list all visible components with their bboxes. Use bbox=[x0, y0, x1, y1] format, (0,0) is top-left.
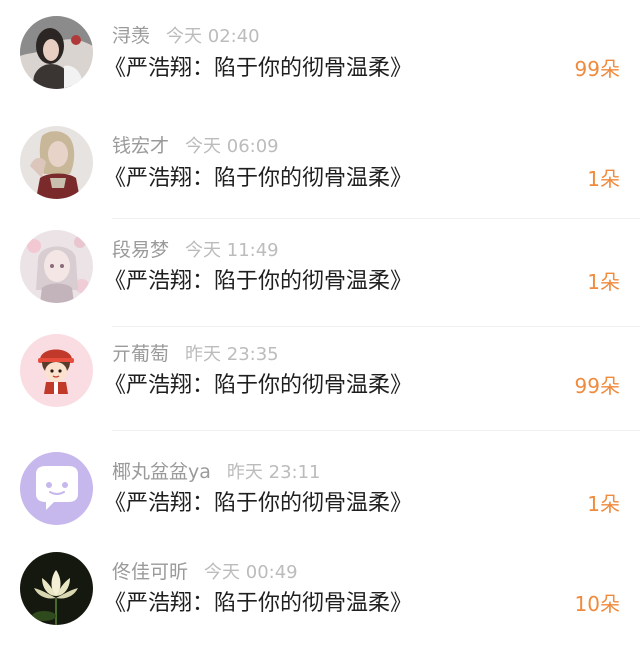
list-item[interactable]: 段易梦 今天 11:49 《严浩翔：陷于你的彻骨温柔》 1朵 bbox=[0, 220, 640, 330]
flower-count: 99朵 bbox=[574, 374, 620, 398]
flower-count: 99朵 bbox=[574, 57, 620, 81]
item-meta: 亓葡萄 昨天 23:35 bbox=[112, 341, 279, 367]
list-item[interactable]: 钱宏才 今天 06:09 《严浩翔：陷于你的彻骨温柔》 1朵 bbox=[0, 110, 640, 220]
username[interactable]: 亓葡萄 bbox=[112, 343, 169, 365]
chat-bubble-avatar[interactable] bbox=[20, 452, 93, 525]
timestamp: 昨天 23:11 bbox=[226, 462, 321, 483]
book-title[interactable]: 《严浩翔：陷于你的彻骨温柔》 bbox=[104, 53, 412, 85]
book-title[interactable]: 《严浩翔：陷于你的彻骨温柔》 bbox=[104, 588, 412, 620]
book-title[interactable]: 《严浩翔：陷于你的彻骨温柔》 bbox=[104, 488, 412, 520]
gift-record-list: 浔羡 今天 02:40 《严浩翔：陷于你的彻骨温柔》 99朵 钱宏才 今天 06:0… bbox=[0, 0, 640, 643]
flower-count: 1朵 bbox=[587, 270, 620, 294]
list-item[interactable]: 浔羡 今天 02:40 《严浩翔：陷于你的彻骨温柔》 99朵 bbox=[0, 0, 640, 110]
timestamp: 今天 11:49 bbox=[185, 240, 279, 261]
item-meta: 椰丸盆盆ya 昨天 23:11 bbox=[112, 459, 321, 485]
username[interactable]: 浔羡 bbox=[112, 25, 150, 47]
timestamp: 今天 02:40 bbox=[166, 26, 260, 47]
blonde-photo-avatar[interactable] bbox=[20, 126, 93, 199]
book-title[interactable]: 《严浩翔：陷于你的彻骨温柔》 bbox=[104, 163, 412, 195]
cartoon-character-avatar[interactable] bbox=[20, 334, 93, 407]
book-title[interactable]: 《严浩翔：陷于你的彻骨温柔》 bbox=[104, 370, 412, 402]
item-meta: 钱宏才 今天 06:09 bbox=[112, 133, 279, 159]
item-meta: 浔羡 今天 02:40 bbox=[112, 23, 260, 49]
divider bbox=[112, 430, 640, 431]
item-meta: 段易梦 今天 11:49 bbox=[112, 237, 279, 263]
girl-photo-avatar[interactable] bbox=[20, 16, 93, 89]
book-title[interactable]: 《严浩翔：陷于你的彻骨温柔》 bbox=[104, 266, 412, 298]
anime-girl-avatar[interactable] bbox=[20, 230, 93, 303]
list-item[interactable]: 佟佳可昕 今天 00:49 《严浩翔：陷于你的彻骨温柔》 10朵 bbox=[0, 540, 640, 650]
timestamp: 今天 06:09 bbox=[185, 136, 279, 157]
username[interactable]: 钱宏才 bbox=[112, 135, 169, 157]
username[interactable]: 椰丸盆盆ya bbox=[112, 461, 211, 483]
list-item[interactable]: 椰丸盆盆ya 昨天 23:11 《严浩翔：陷于你的彻骨温柔》 1朵 bbox=[0, 438, 640, 548]
timestamp: 今天 00:49 bbox=[204, 562, 298, 583]
list-item[interactable]: 亓葡萄 昨天 23:35 《严浩翔：陷于你的彻骨温柔》 99朵 bbox=[0, 328, 640, 438]
flower-count: 1朵 bbox=[587, 167, 620, 191]
item-meta: 佟佳可昕 今天 00:49 bbox=[112, 559, 298, 585]
timestamp: 昨天 23:35 bbox=[185, 344, 279, 365]
lotus-flower-avatar[interactable] bbox=[20, 552, 93, 625]
divider bbox=[112, 218, 640, 219]
username[interactable]: 佟佳可昕 bbox=[112, 561, 188, 583]
flower-count: 10朵 bbox=[574, 592, 620, 616]
flower-count: 1朵 bbox=[587, 492, 620, 516]
username[interactable]: 段易梦 bbox=[112, 239, 169, 261]
divider bbox=[112, 326, 640, 327]
